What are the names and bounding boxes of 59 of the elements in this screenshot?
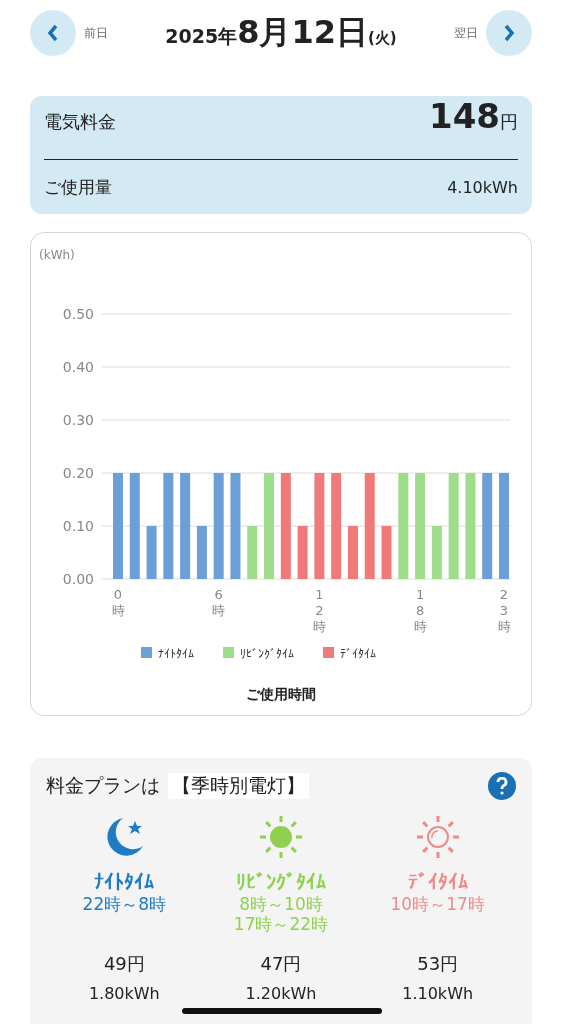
tier-hours: 10時～17時 (390, 894, 485, 914)
tier-usage: 1.10kWh (402, 984, 474, 1003)
legend-swatch (141, 647, 152, 658)
bar (381, 526, 392, 579)
charge-unit: 円 (500, 111, 518, 132)
tier-name: ﾅｲﾄﾀｲﾑ (94, 870, 155, 894)
legend-swatch (323, 647, 334, 658)
date-text: 8月12日 (237, 12, 368, 53)
charge-label: 電気料金 (44, 110, 116, 134)
charge-value: 148 (429, 96, 500, 136)
tier-charge: 47円 (260, 952, 302, 976)
chevron-left-icon (47, 24, 59, 42)
next-day-button[interactable] (486, 10, 532, 56)
chevron-right-icon (503, 24, 515, 42)
tier-usage: 1.80kWh (88, 984, 160, 1003)
axis-unit: (kWh) (39, 248, 75, 262)
sun-outline-icon (414, 814, 461, 860)
tier-name: ﾘﾋﾞﾝｸﾞﾀｲﾑ (236, 870, 326, 894)
tick-label: 0.50 (62, 306, 94, 322)
legend-swatch (223, 647, 234, 658)
tier-usage: 1.20kWh (245, 984, 317, 1003)
tick-label: 0.00 (62, 571, 94, 587)
bar (196, 526, 207, 579)
tick-label: 0.20 (62, 465, 94, 481)
axis-title: ご使用時間 (246, 686, 316, 702)
tier-charge: 49円 (103, 952, 145, 976)
tier-hours: 17時～22時 (233, 914, 329, 934)
legend-label: ﾘﾋﾞﾝｸﾞﾀｲﾑ (240, 647, 294, 661)
tick-label: 0.40 (62, 359, 94, 375)
bar (431, 526, 442, 579)
tick-label: 0.30 (62, 412, 94, 428)
tick-label: 18時 (413, 587, 427, 634)
usage-label: ご使用量 (44, 175, 112, 199)
bar (347, 526, 358, 579)
bar (146, 526, 157, 579)
tick-label: 0.10 (62, 518, 94, 534)
weekday-text: (火) (368, 29, 397, 48)
bar (297, 526, 308, 579)
year-text: 2025年 (165, 25, 238, 49)
bar (247, 526, 258, 579)
plan-title: 料金プランは (46, 773, 160, 798)
previous-day-button[interactable] (30, 10, 76, 56)
tier-name: ﾃﾞｲﾀｲﾑ (407, 870, 468, 894)
tier-charge: 53円 (417, 952, 459, 976)
help-button[interactable] (488, 772, 516, 800)
tick-label: 0時 (111, 587, 125, 618)
usage-value: 4.10kWh (447, 177, 518, 197)
question-mark-icon (496, 777, 508, 795)
sun-icon (258, 814, 304, 860)
next-day-label[interactable]: 翌日 (454, 24, 478, 42)
tick-label: 12時 (312, 587, 326, 634)
plan-name: 【季時別電灯】 (168, 773, 309, 799)
legend-label: ﾅｲﾄﾀｲﾑ (158, 647, 194, 661)
legend-label: ﾃﾞｲﾀｲﾑ (340, 647, 376, 661)
tick-label: 23時 (497, 587, 511, 634)
tier-hours: 22時～8時 (82, 894, 167, 914)
tier-hours: 8時～10時 (239, 894, 323, 914)
previous-day-label[interactable]: 前日 (84, 24, 108, 42)
tick-label: 6時 (212, 587, 226, 618)
